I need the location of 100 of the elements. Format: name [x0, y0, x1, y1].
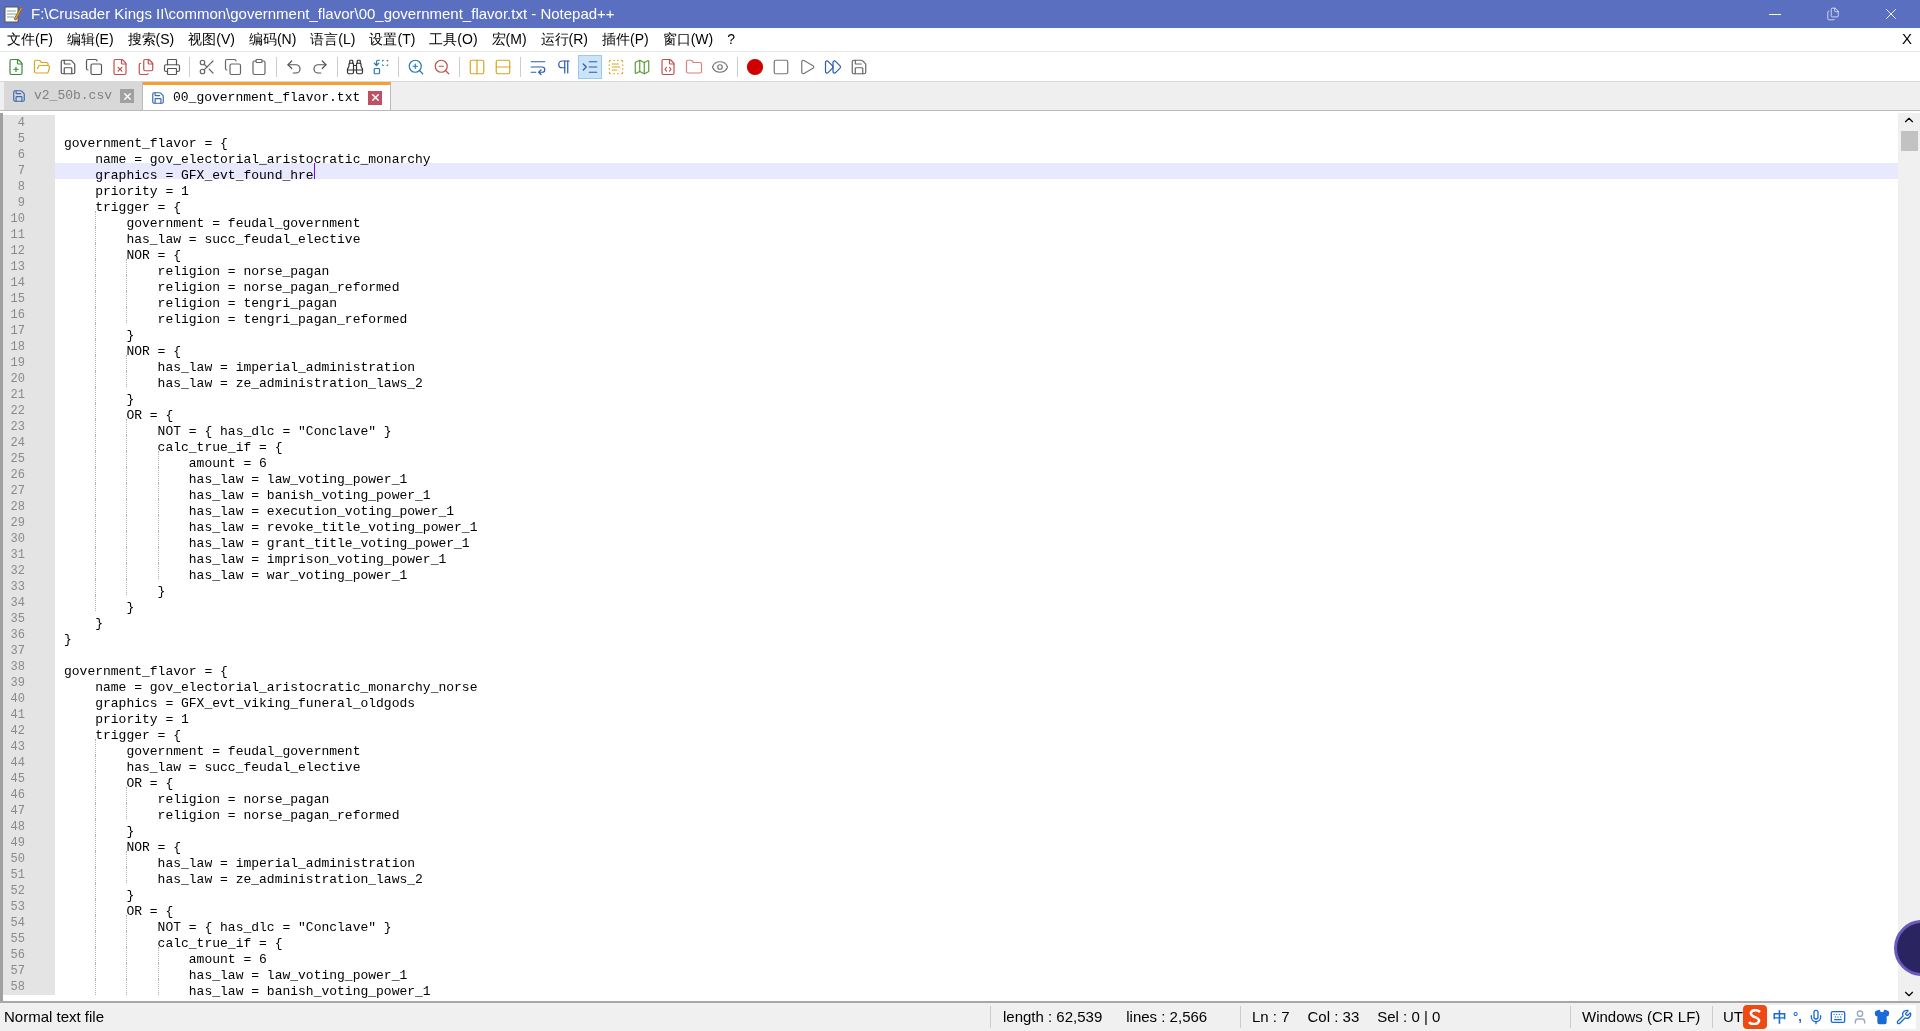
code-line: } — [156, 584, 166, 599]
code-line: has_law = revoke_title_voting_power_1 — [187, 520, 478, 535]
line-number: 51 — [3, 867, 55, 883]
line-number: 17 — [3, 323, 55, 339]
menu-item[interactable]: ? — [720, 29, 743, 50]
code-line: has_law = execution_voting_power_1 — [187, 504, 455, 519]
line-number: 31 — [3, 547, 55, 563]
line-number: 9 — [3, 195, 55, 211]
code-line: OR = { — [125, 408, 174, 423]
tab-close-icon[interactable] — [120, 89, 134, 103]
lines-indicator: lines : 2,566 — [1126, 1006, 1208, 1027]
code-line: has_law = imprison_voting_power_1 — [187, 552, 447, 567]
menu-item[interactable]: 插件(P) — [595, 29, 656, 50]
file-tab[interactable]: 00_government_flavor.txt — [143, 82, 392, 110]
code-line: religion = norse_pagan — [156, 792, 330, 807]
line-number: 25 — [3, 451, 55, 467]
menu-item[interactable]: 编码(N) — [241, 29, 304, 50]
line-number: 35 — [3, 611, 55, 627]
menu-item[interactable]: 窗口(W) — [655, 29, 721, 50]
notepad-icon — [3, 4, 23, 24]
code-line: calc_true_if = { — [156, 936, 283, 951]
code-line: has_law = grant_title_voting_power_1 — [187, 536, 470, 551]
code-line: has_law = ze_administration_laws_2 — [156, 872, 423, 887]
code-line: government_flavor = { — [64, 136, 228, 151]
menu-item[interactable]: 设置(T) — [362, 29, 423, 50]
line-number: 29 — [3, 515, 55, 531]
line-number: 21 — [3, 387, 55, 403]
code-line: NOT = { has_dlc = "Conclave" } — [156, 920, 392, 935]
line-number: 24 — [3, 435, 55, 451]
code-line: amount = 6 — [187, 456, 267, 471]
code-line: graphics = GFX_evt_viking_funeral_oldgods — [94, 696, 416, 711]
code-line: } — [64, 632, 72, 647]
window-title: F:\Crusader Kings II\common\government_flavor\00_government_flavor.txt - Notepad++ — [31, 3, 615, 24]
menu-item[interactable]: 视图(V) — [181, 29, 242, 50]
line-number: 54 — [3, 915, 55, 931]
code-line: has_law = law_voting_power_1 — [187, 968, 408, 983]
shirt-icon[interactable] — [1873, 1009, 1890, 1025]
menu-close-button[interactable]: X — [1902, 28, 1912, 51]
punctuation-toggle[interactable]: °, — [1793, 1007, 1802, 1027]
line-number: 49 — [3, 835, 55, 851]
menu-item[interactable]: 宏(M) — [484, 29, 534, 50]
column-indicator: Col : 33 — [1307, 1006, 1360, 1027]
menu-item[interactable]: 编辑(E) — [59, 29, 121, 50]
code-line: graphics = GFX_evt_found_hre — [94, 168, 314, 183]
code-line: has_law = succ_feudal_elective — [125, 232, 361, 247]
code-line: has_law = ze_administration_laws_2 — [156, 376, 423, 391]
code-line: has_law = succ_feudal_elective — [125, 760, 361, 775]
line-number: 39 — [3, 675, 55, 691]
code-line: trigger = { — [94, 728, 182, 743]
code-line: religion = norse_pagan_reformed — [156, 808, 400, 823]
restore-icon — [1826, 7, 1840, 21]
code-line: } — [125, 824, 135, 839]
selection-indicator: Sel : 0 | 0 — [1377, 1006, 1441, 1027]
line-number: 57 — [3, 963, 55, 979]
code-line: amount = 6 — [187, 952, 267, 967]
code-line: has_law = banish_voting_power_1 — [187, 488, 431, 503]
tab-close-icon[interactable] — [368, 90, 383, 105]
line-number: 12 — [3, 243, 55, 259]
file-type: Normal text file — [3, 1006, 106, 1027]
menu-item[interactable]: 工具(O) — [422, 29, 485, 50]
code-line: NOT = { has_dlc = "Conclave" } — [156, 424, 392, 439]
line-number: 15 — [3, 291, 55, 307]
line-number: 14 — [3, 275, 55, 291]
line-number: 19 — [3, 355, 55, 371]
code-line: name = gov_electorial_aristocratic_monarchy — [94, 152, 431, 167]
line-number: 18 — [3, 339, 55, 355]
line-number: 8 — [3, 179, 55, 195]
scrollbar-thumb[interactable] — [1900, 131, 1918, 151]
line-number: 45 — [3, 771, 55, 787]
line-number: 16 — [3, 307, 55, 323]
code-line: religion = tengri_pagan — [156, 296, 338, 311]
line-number: 52 — [3, 883, 55, 899]
line-number: 40 — [3, 691, 55, 707]
code-line: has_law = imperial_administration — [156, 360, 416, 375]
line-number: 53 — [3, 899, 55, 915]
line-number: 41 — [3, 707, 55, 723]
line-number: 58 — [3, 979, 55, 995]
sogou-logo-icon[interactable] — [1743, 1005, 1767, 1029]
line-indicator: Ln : 7 — [1252, 1006, 1290, 1027]
wrench-icon[interactable] — [1895, 1009, 1912, 1025]
line-number: 42 — [3, 723, 55, 739]
line-number: 13 — [3, 259, 55, 275]
menu-item[interactable]: 搜索(S) — [120, 29, 182, 50]
menu-item[interactable]: 语言(L) — [303, 29, 363, 50]
indent-guide-icon[interactable] — [578, 54, 602, 79]
code-line: } — [125, 888, 135, 903]
menu-item[interactable]: 文件(F) — [0, 29, 60, 50]
line-number: 28 — [3, 499, 55, 515]
code-line: has_law = imperial_administration — [156, 856, 416, 871]
code-line: NOR = { — [125, 248, 182, 263]
code-line: calc_true_if = { — [156, 440, 283, 455]
line-number: 34 — [3, 595, 55, 611]
ime-mode-toggle[interactable]: 中 — [1773, 1006, 1787, 1028]
line-number: 6 — [3, 147, 55, 163]
menu-item[interactable]: 运行(R) — [533, 29, 595, 50]
keyboard-icon[interactable] — [1829, 1009, 1846, 1025]
line-number: 43 — [3, 739, 55, 755]
line-number: 4 — [3, 115, 55, 131]
code-line: } — [94, 616, 103, 631]
vertical-scrollbar[interactable] — [1898, 113, 1920, 1001]
